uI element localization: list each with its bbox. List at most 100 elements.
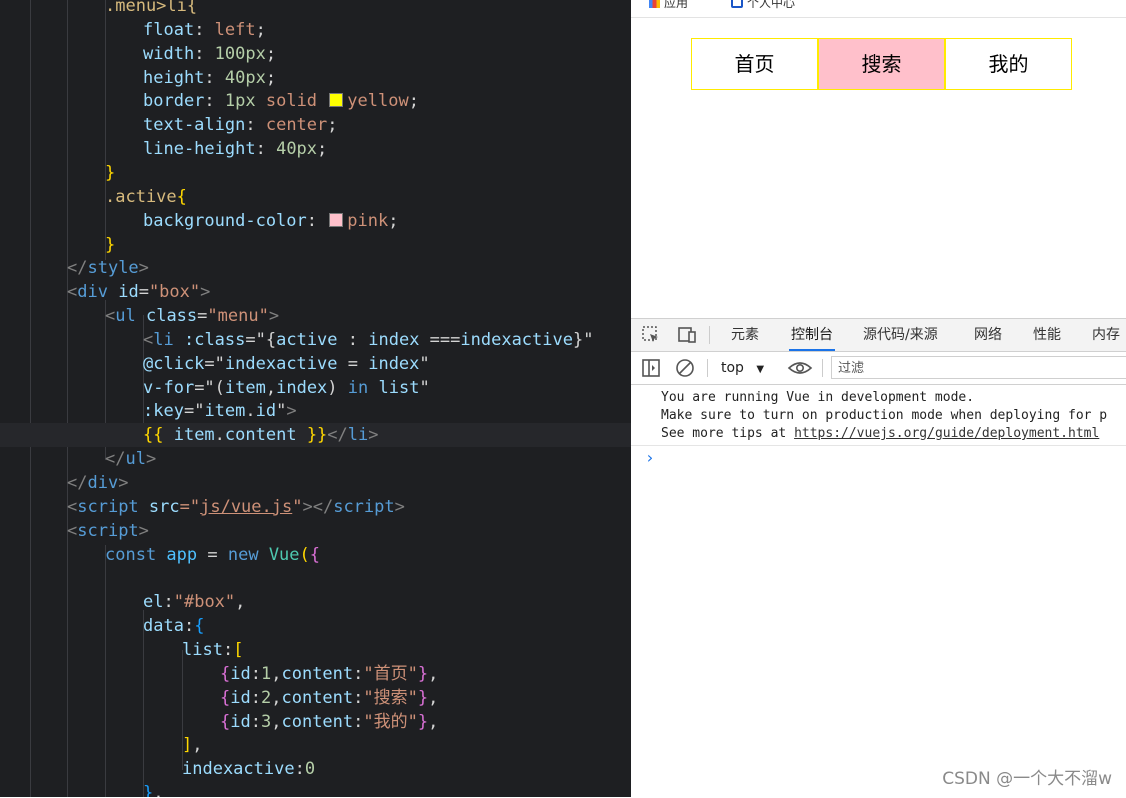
- code-token: id: [230, 663, 251, 684]
- deployment-link[interactable]: https://vuejs.org/guide/deployment.html: [794, 426, 1099, 441]
- code-token: ": [419, 377, 430, 398]
- menu-item[interactable]: 搜索: [818, 38, 945, 90]
- code-token: id: [230, 711, 251, 732]
- code-token: index: [368, 353, 420, 374]
- code-token: :: [204, 91, 225, 112]
- menu-list: 首页 搜索 我的: [691, 38, 1072, 90]
- code-token: .: [214, 425, 225, 446]
- browser-pane: 应用 个人中心 首页搜索我的 元素 控制台 源代码/来源 网络 性能 内存: [631, 0, 1126, 798]
- code-token: border: [143, 91, 205, 112]
- menu-item[interactable]: 首页: [691, 38, 818, 90]
- code-token: ;: [317, 139, 328, 160]
- code-token: 3: [260, 711, 272, 732]
- code-token: "搜索": [363, 687, 418, 708]
- code-token: }: [417, 663, 429, 684]
- code-token: content: [281, 711, 354, 732]
- code-token: >: [138, 258, 149, 279]
- tab-performance[interactable]: 性能: [1033, 319, 1061, 351]
- code-token: ": [292, 496, 303, 517]
- color-swatch[interactable]: [329, 212, 344, 227]
- code-token: ,: [271, 711, 282, 732]
- code-token: pink: [347, 210, 389, 231]
- tab-network[interactable]: 网络: [974, 319, 1002, 351]
- code-token: >: [138, 520, 149, 541]
- tab-sources[interactable]: 源代码/来源: [863, 319, 938, 351]
- code-token: {: [220, 663, 231, 684]
- context-selector[interactable]: top ▼: [721, 357, 764, 379]
- color-swatch[interactable]: [329, 93, 344, 108]
- code-token: ": [419, 353, 430, 374]
- code-token: >: [200, 282, 211, 303]
- code-token: {: [309, 544, 321, 565]
- code-token: height: [143, 67, 205, 88]
- divider: [707, 359, 708, 377]
- menu-item[interactable]: 我的: [945, 38, 1072, 90]
- code-token: >: [368, 425, 379, 446]
- bookmark-personal[interactable]: 个人中心: [731, 0, 795, 11]
- code-token: ;: [327, 115, 338, 136]
- code-token: ===: [419, 329, 461, 350]
- code-token: }: [105, 234, 116, 255]
- code-token: id: [230, 687, 251, 708]
- code-token: ,: [192, 735, 203, 756]
- tab-elements[interactable]: 元素: [731, 319, 759, 351]
- code-token: li: [153, 329, 174, 350]
- console-prompt[interactable]: ›: [645, 448, 655, 467]
- code-token: ul: [115, 306, 136, 327]
- profile-icon: [731, 0, 743, 8]
- code-token: 1px: [224, 91, 256, 112]
- code-token: =": [204, 353, 225, 374]
- code-token: ): [327, 377, 348, 398]
- tab-console[interactable]: 控制台: [789, 319, 835, 351]
- code-token: "box": [148, 282, 201, 303]
- code-token: ul: [125, 449, 146, 470]
- eye-icon[interactable]: [787, 358, 813, 378]
- code-token: </: [67, 258, 88, 279]
- code-token: >: [118, 473, 129, 493]
- code-token: id: [255, 401, 277, 422]
- code-token: :: [163, 592, 174, 613]
- indent-guide: [105, 0, 106, 260]
- code-token: 40px: [224, 67, 266, 88]
- code-token: >: [286, 401, 297, 422]
- code-token: :: [353, 663, 364, 684]
- code-token: ;: [265, 67, 277, 88]
- code-token: item: [163, 425, 215, 446]
- code-token: :: [194, 19, 215, 40]
- code-token: (: [299, 544, 310, 565]
- code-token: div: [87, 473, 119, 493]
- indent-guide: [67, 0, 68, 797]
- code-token: ;: [255, 19, 266, 40]
- code-token: :: [294, 759, 305, 780]
- bookmarks-bar: 应用 个人中心: [631, 0, 1126, 18]
- code-token: left: [214, 19, 256, 40]
- tab-memory[interactable]: 内存: [1092, 319, 1120, 351]
- code-token: app: [156, 544, 198, 565]
- filter-input[interactable]: 过滤: [831, 356, 1126, 379]
- code-token: ></: [302, 496, 334, 517]
- filter-placeholder: 过滤: [838, 361, 865, 376]
- sidebar-toggle-icon[interactable]: [641, 358, 661, 378]
- inspect-element-icon[interactable]: [641, 325, 661, 345]
- code-token: <: [67, 496, 78, 517]
- device-toolbar-icon[interactable]: [677, 325, 697, 345]
- code-token: >: [394, 496, 405, 517]
- code-token: :: [250, 687, 261, 708]
- code-token: width: [143, 43, 195, 64]
- code-token: :: [183, 616, 195, 637]
- code-editor[interactable]: .menu>li{float: left; width: 100px; height…: [0, 0, 631, 797]
- code-token: =": [183, 401, 205, 422]
- code-token: 40px: [276, 139, 318, 160]
- code-line[interactable]: {{ item.content }}</li>: [0, 423, 631, 448]
- code-token: "首页": [363, 663, 418, 684]
- code-token: =: [197, 544, 228, 565]
- code-token: .: [245, 401, 256, 422]
- code-token: ": [276, 401, 287, 422]
- code-token: index: [276, 377, 328, 398]
- code-token: class: [135, 306, 198, 327]
- code-token: style: [87, 258, 139, 279]
- clear-console-icon[interactable]: [675, 358, 695, 378]
- code-token: <: [67, 282, 78, 303]
- bookmark-apps[interactable]: 应用: [649, 0, 688, 11]
- code-token: ="{: [245, 329, 277, 350]
